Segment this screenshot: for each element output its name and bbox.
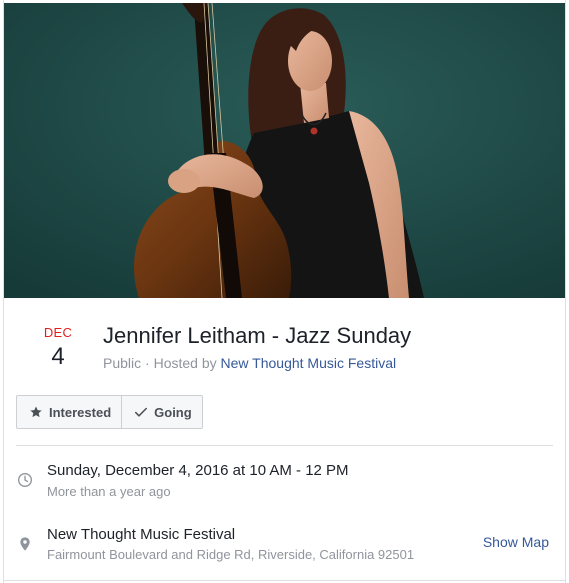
event-card: DEC 4 Jennifer Leitham - Jazz Sunday Pub… bbox=[3, 0, 566, 583]
event-visibility: Public bbox=[103, 355, 142, 371]
hosted-by-text: · Hosted by bbox=[141, 355, 221, 371]
cover-image bbox=[4, 3, 565, 298]
star-icon bbox=[29, 405, 43, 419]
checkmark-icon bbox=[134, 405, 148, 419]
interested-label: Interested bbox=[49, 404, 112, 420]
map-pin-icon bbox=[17, 536, 35, 554]
host-link[interactable]: New Thought Music Festival bbox=[221, 355, 397, 371]
event-subtitle: Public · Hosted by New Thought Music Fes… bbox=[103, 354, 396, 372]
event-month: DEC bbox=[43, 325, 73, 340]
event-day: 4 bbox=[51, 343, 65, 370]
show-map-link[interactable]: Show Map bbox=[483, 534, 549, 550]
event-relative-time: More than a year ago bbox=[47, 484, 171, 499]
interested-button[interactable]: Interested bbox=[17, 396, 121, 428]
event-location-row[interactable]: New Thought Music Festival Fairmount Bou… bbox=[4, 520, 565, 570]
going-button[interactable]: Going bbox=[121, 396, 202, 428]
event-title[interactable]: Jennifer Leitham - Jazz Sunday bbox=[103, 322, 411, 350]
venue-name: New Thought Music Festival bbox=[47, 526, 236, 543]
rsvp-button-group: Interested Going bbox=[16, 395, 203, 429]
event-time-row[interactable]: Sunday, December 4, 2016 at 10 AM - 12 P… bbox=[4, 456, 565, 506]
event-datetime: Sunday, December 4, 2016 at 10 AM - 12 P… bbox=[47, 462, 349, 479]
event-date-badge: DEC 4 bbox=[26, 325, 90, 371]
venue-address: Fairmount Boulevard and Ridge Rd, Rivers… bbox=[47, 547, 415, 562]
section-divider bbox=[16, 445, 553, 446]
card-bottom-border bbox=[4, 580, 565, 581]
event-cover-photo[interactable] bbox=[4, 3, 565, 298]
clock-icon bbox=[17, 472, 35, 490]
going-label: Going bbox=[154, 404, 192, 420]
